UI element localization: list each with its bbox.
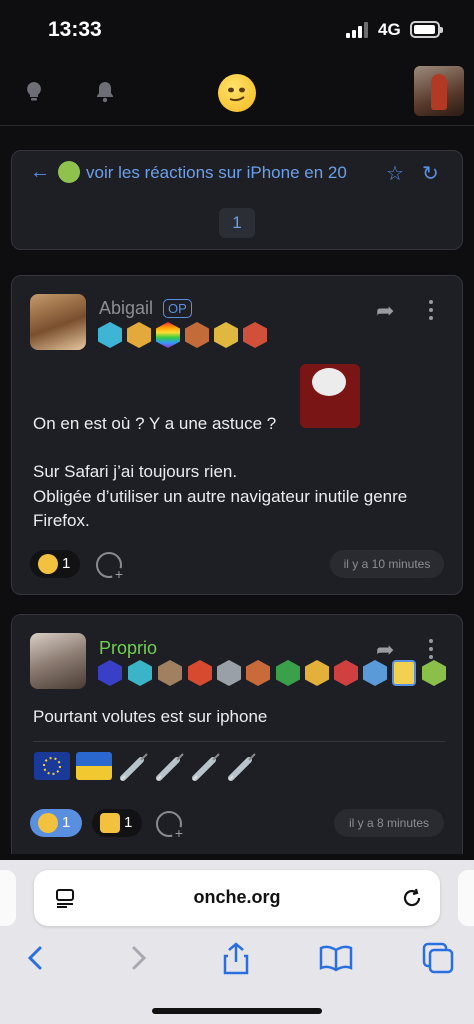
battery-icon (410, 21, 443, 38)
post-text: Pourtant volutes est sur iphone (33, 707, 268, 726)
cat-sticker-image (300, 364, 360, 428)
badge-icon[interactable] (98, 322, 122, 348)
bookmarks-icon[interactable] (316, 940, 356, 976)
onche-logo-icon[interactable] (218, 74, 256, 112)
previous-tab[interactable] (0, 870, 16, 926)
share-icon[interactable]: ➦ (376, 637, 394, 663)
badge-icon[interactable] (246, 660, 270, 686)
syringe-icon (156, 753, 184, 781)
badge-icon[interactable] (276, 660, 300, 686)
topic-header: ← voir les réactions sur iPhone en 20 ☆ … (11, 150, 463, 250)
reaction-button[interactable]: 1 (30, 809, 82, 837)
lightbulb-icon[interactable] (22, 80, 46, 104)
badge-icon[interactable] (158, 660, 182, 686)
add-reaction-icon[interactable]: + (96, 552, 126, 582)
badge-icon[interactable] (217, 660, 241, 686)
favorite-star-icon[interactable]: ☆ (386, 161, 404, 186)
app-screen: 13:33 4G ← voir les réactions sur iPhone… (0, 0, 474, 1024)
badge-icon[interactable] (305, 660, 329, 686)
bell-icon[interactable] (93, 80, 117, 104)
author-name[interactable]: Proprio (99, 638, 157, 659)
badge-icon[interactable] (392, 660, 416, 686)
reload-icon[interactable] (400, 886, 424, 910)
forward-icon[interactable] (118, 940, 158, 976)
post-text-line: Obligée d’utiliser un autre navigateur i… (33, 487, 408, 506)
sick-face-icon (58, 161, 80, 183)
address-bar[interactable]: onche.org (34, 870, 440, 926)
syringe-icon (228, 753, 256, 781)
badge-icon[interactable] (156, 322, 180, 348)
share-sheet-icon[interactable] (216, 940, 256, 976)
signature-divider (33, 741, 445, 742)
topic-title[interactable]: voir les réactions sur iPhone en 20 (86, 163, 376, 183)
author-name[interactable]: Abigail (99, 298, 153, 319)
badge-icon[interactable] (127, 322, 151, 348)
op-badge: OP (163, 299, 192, 318)
share-icon[interactable]: ➦ (376, 298, 394, 324)
post-card: Proprio ➦ Pourtant volutes est sur iphon… (11, 614, 463, 854)
status-time: 13:33 (48, 18, 102, 41)
badge-icon[interactable] (214, 322, 238, 348)
add-reaction-icon[interactable]: + (156, 811, 186, 841)
post-text-line: Firefox. (33, 511, 90, 530)
refresh-icon[interactable]: ↻ (422, 161, 439, 186)
badge-icon[interactable] (98, 660, 122, 686)
badge-icon[interactable] (128, 660, 152, 686)
eu-flag-icon (34, 752, 70, 780)
more-options-icon[interactable] (424, 639, 438, 661)
status-bar: 13:33 4G (0, 0, 474, 60)
post-timestamp[interactable]: il y a 10 minutes (330, 550, 444, 578)
back-arrow-icon[interactable]: ← (30, 161, 50, 184)
author-avatar[interactable] (30, 294, 86, 350)
back-icon[interactable] (16, 940, 56, 976)
more-options-icon[interactable] (424, 300, 438, 322)
relieved-face-icon (38, 813, 58, 833)
syringe-icon (120, 753, 148, 781)
home-indicator (152, 1008, 322, 1014)
url-text: onche.org (193, 887, 281, 907)
badge-icon[interactable] (243, 322, 267, 348)
badge-icon[interactable] (188, 660, 212, 686)
syringe-icon (192, 753, 220, 781)
thinking-face-icon (38, 554, 58, 574)
ukraine-flag-icon (76, 752, 112, 780)
post-text-line: On en est où ? Y a une astuce ? (33, 414, 277, 433)
tabs-icon[interactable] (418, 940, 458, 976)
badge-icon[interactable] (363, 660, 387, 686)
user-avatar[interactable] (414, 66, 464, 116)
badge-icon[interactable] (422, 660, 446, 686)
browser-toolbar: onche.org (0, 860, 474, 1024)
badge-icon[interactable] (185, 322, 209, 348)
page-number-button[interactable]: 1 (219, 208, 255, 238)
badge-icon[interactable] (334, 660, 358, 686)
signal-icon (346, 22, 372, 38)
reaction-button[interactable]: 1 (92, 809, 142, 837)
reaction-count: 1 (62, 555, 71, 572)
reaction-count: 1 (62, 814, 71, 831)
post-text-line: Sur Safari j’ai toujours rien. (33, 462, 238, 481)
reaction-count: 1 (124, 814, 133, 831)
post-timestamp[interactable]: il y a 8 minutes (334, 809, 444, 837)
author-avatar[interactable] (30, 633, 86, 689)
post-card: Abigail OP ➦ On en est où ? Y a une astu… (11, 275, 463, 595)
network-type: 4G (378, 20, 401, 39)
reaction-button[interactable]: 1 (30, 550, 80, 578)
next-tab[interactable] (458, 870, 474, 926)
thumbs-up-icon (100, 813, 120, 833)
